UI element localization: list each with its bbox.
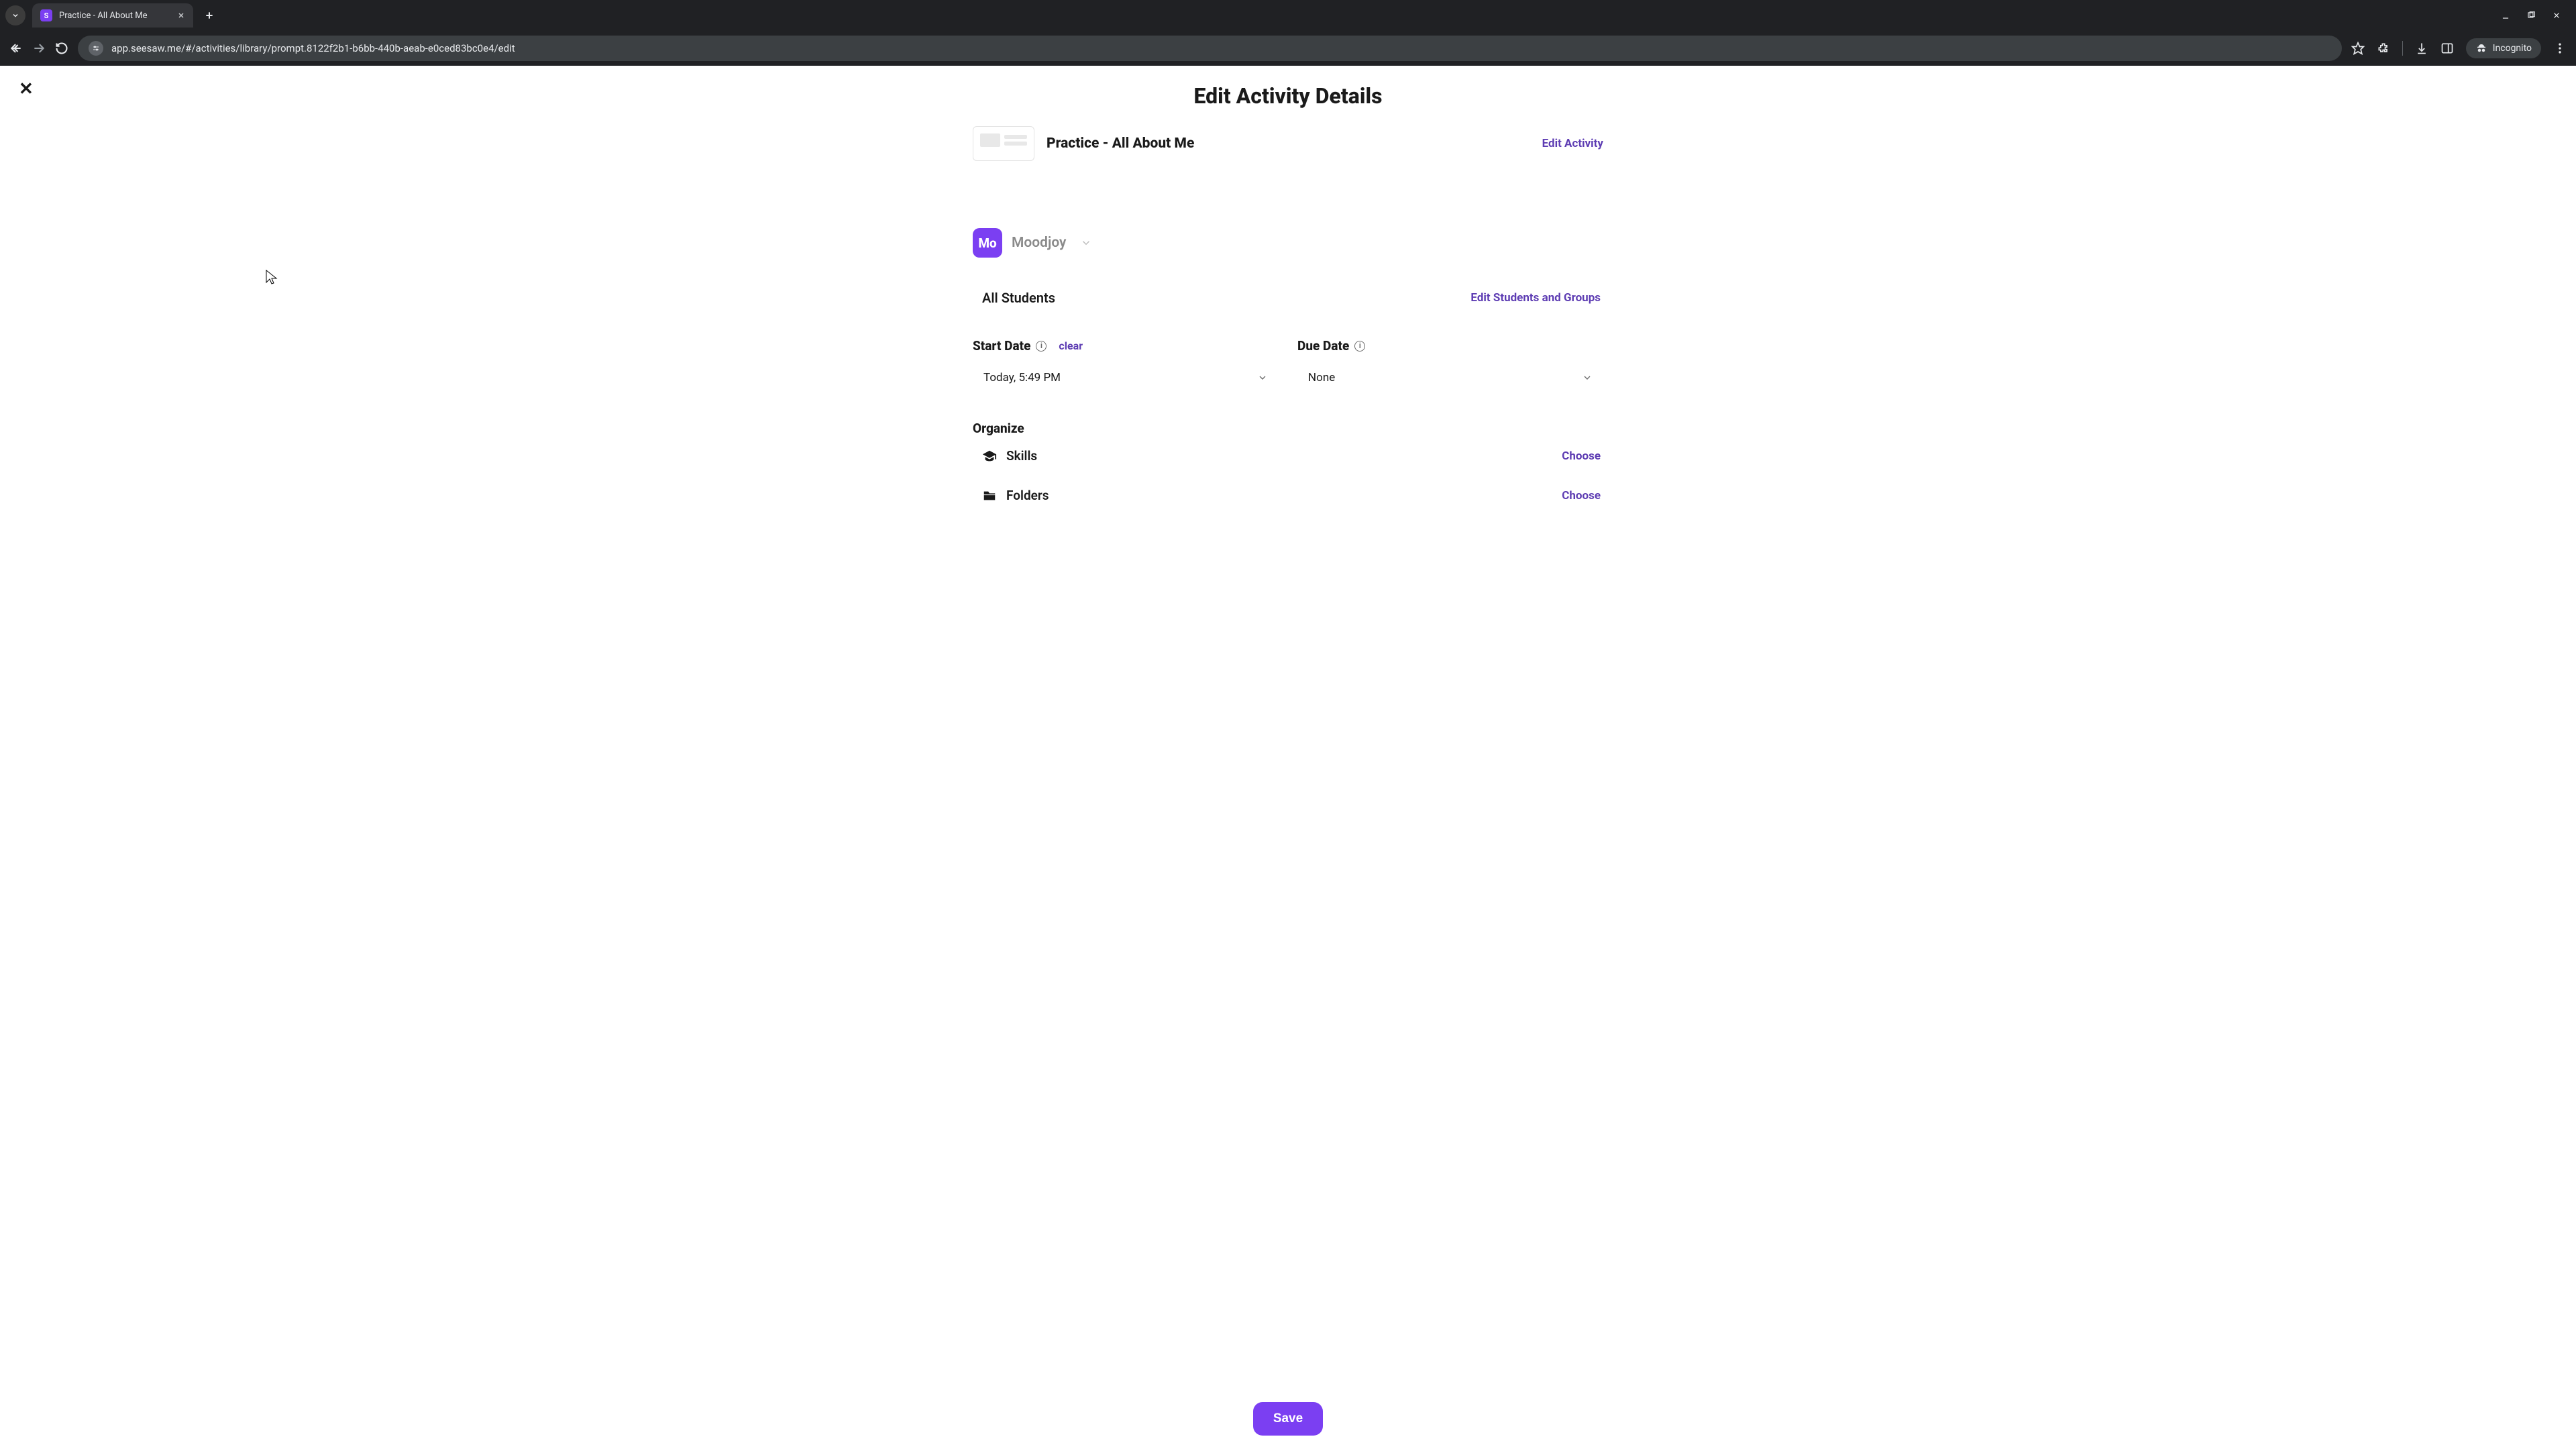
address-bar[interactable]: app.seesaw.me/#/activities/library/promp… bbox=[78, 36, 2342, 61]
activity-header-row: Practice - All About Me Edit Activity bbox=[973, 122, 1603, 181]
arrow-right-icon bbox=[32, 42, 46, 55]
folders-label: Folders bbox=[1006, 488, 1049, 503]
clear-start-date-link[interactable]: clear bbox=[1059, 339, 1083, 352]
forward-button[interactable] bbox=[32, 42, 46, 55]
folders-row: Folders Choose bbox=[973, 476, 1603, 515]
choose-folders-link[interactable]: Choose bbox=[1562, 489, 1601, 502]
start-date-value: Today, 5:49 PM bbox=[983, 371, 1061, 384]
back-button[interactable] bbox=[9, 42, 23, 55]
tab-close-button[interactable] bbox=[177, 11, 185, 19]
close-icon bbox=[177, 11, 185, 19]
browser-chrome: S Practice - All About Me bbox=[0, 0, 2576, 66]
panel-icon bbox=[2440, 42, 2454, 55]
incognito-indicator[interactable]: Incognito bbox=[2466, 38, 2541, 58]
due-date-label: Due Date bbox=[1297, 338, 1349, 354]
maximize-icon bbox=[2526, 11, 2536, 20]
incognito-label: Incognito bbox=[2493, 43, 2532, 54]
start-date-select[interactable]: Today, 5:49 PM bbox=[973, 363, 1279, 392]
class-name: Moodjoy bbox=[1012, 235, 1067, 251]
browser-tab[interactable]: S Practice - All About Me bbox=[32, 3, 193, 28]
edit-activity-link[interactable]: Edit Activity bbox=[1542, 137, 1603, 150]
bookmark-button[interactable] bbox=[2351, 42, 2365, 55]
activity-thumbnail bbox=[973, 126, 1034, 161]
due-date-select[interactable]: None bbox=[1297, 363, 1603, 392]
kebab-icon bbox=[2553, 42, 2567, 55]
close-window-button[interactable] bbox=[2552, 11, 2561, 20]
class-avatar: Mo bbox=[973, 228, 1002, 258]
start-date-column: Start Date i clear Today, 5:49 PM bbox=[973, 338, 1279, 392]
folder-icon bbox=[982, 488, 997, 503]
maximize-button[interactable] bbox=[2526, 11, 2536, 20]
site-info-button[interactable] bbox=[89, 41, 103, 56]
skills-row: Skills Choose bbox=[973, 436, 1603, 476]
downloads-button[interactable] bbox=[2415, 42, 2428, 55]
students-label: All Students bbox=[982, 290, 1055, 306]
close-button[interactable]: ✕ bbox=[19, 80, 34, 98]
sidepanel-button[interactable] bbox=[2440, 42, 2454, 55]
puzzle-icon bbox=[2377, 42, 2390, 55]
cursor-icon bbox=[266, 270, 278, 286]
due-date-value: None bbox=[1308, 371, 1335, 384]
class-selector[interactable]: Mo Moodjoy bbox=[973, 228, 1603, 258]
chevron-down-icon bbox=[1582, 372, 1593, 383]
content: Practice - All About Me Edit Activity Mo… bbox=[959, 109, 1617, 596]
tabs-dropdown-button[interactable] bbox=[5, 5, 25, 25]
reload-button[interactable] bbox=[55, 42, 68, 55]
tab-strip: S Practice - All About Me bbox=[0, 0, 2576, 31]
skills-label: Skills bbox=[1006, 448, 1037, 464]
organize-heading: Organize bbox=[973, 421, 1603, 436]
separator bbox=[2402, 41, 2403, 56]
app-page: ✕ Edit Activity Details Practice - All A… bbox=[0, 66, 2576, 1449]
start-date-label: Start Date bbox=[973, 338, 1030, 354]
arrow-left-icon bbox=[9, 42, 23, 55]
tab-title: Practice - All About Me bbox=[59, 11, 170, 21]
extensions-button[interactable] bbox=[2377, 42, 2390, 55]
tab-favicon: S bbox=[40, 9, 52, 21]
minimize-icon bbox=[2501, 11, 2510, 20]
close-icon bbox=[2552, 11, 2561, 20]
tune-icon bbox=[92, 44, 100, 52]
activity-name: Practice - All About Me bbox=[1046, 136, 1194, 152]
chevron-down-icon bbox=[1080, 237, 1092, 249]
plus-icon bbox=[204, 10, 215, 21]
minimize-button[interactable] bbox=[2501, 11, 2510, 20]
save-bar: Save bbox=[0, 1390, 2576, 1449]
star-icon bbox=[2351, 42, 2365, 55]
new-tab-button[interactable] bbox=[200, 6, 219, 25]
dates-row: Start Date i clear Today, 5:49 PM Due Da… bbox=[973, 338, 1603, 392]
chevron-down-icon bbox=[1257, 372, 1268, 383]
reload-icon bbox=[55, 42, 68, 55]
url-text: app.seesaw.me/#/activities/library/promp… bbox=[111, 42, 515, 54]
choose-skills-link[interactable]: Choose bbox=[1562, 449, 1601, 463]
students-row: All Students Edit Students and Groups bbox=[973, 290, 1603, 306]
browser-menu-button[interactable] bbox=[2553, 42, 2567, 55]
incognito-icon bbox=[2475, 42, 2487, 54]
info-icon[interactable]: i bbox=[1036, 341, 1046, 352]
download-icon bbox=[2415, 42, 2428, 55]
info-icon[interactable]: i bbox=[1354, 341, 1365, 352]
page-title: Edit Activity Details bbox=[0, 66, 2576, 109]
graduation-cap-icon bbox=[982, 449, 997, 464]
chevron-down-icon bbox=[11, 11, 19, 19]
window-controls bbox=[2501, 11, 2571, 20]
browser-toolbar: app.seesaw.me/#/activities/library/promp… bbox=[0, 31, 2576, 66]
save-button[interactable]: Save bbox=[1253, 1402, 1323, 1436]
due-date-column: Due Date i None bbox=[1297, 338, 1603, 392]
edit-students-link[interactable]: Edit Students and Groups bbox=[1470, 291, 1601, 305]
toolbar-actions: Incognito bbox=[2351, 38, 2567, 58]
